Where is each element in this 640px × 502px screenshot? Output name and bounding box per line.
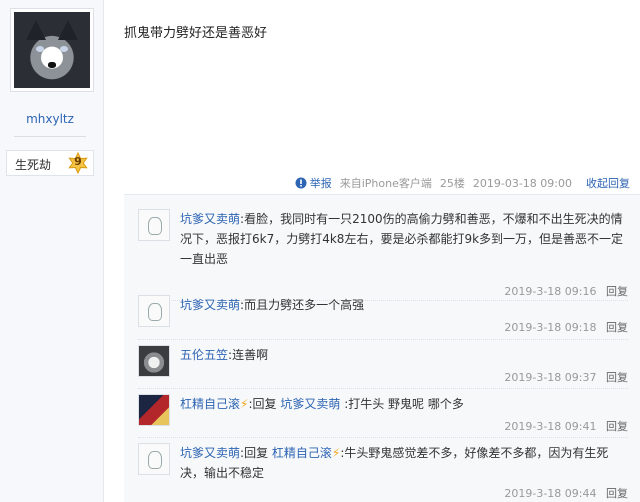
reply-meta: 2019-3-18 09:37 回复 (504, 369, 628, 385)
device-source[interactable]: 来自iPhone客户端 (340, 175, 432, 191)
lightning-icon: ⚡ (240, 397, 249, 411)
reply-meta: 2019-3-18 09:44 回复 (504, 485, 628, 501)
reply-text: :打牛头 野鬼呢 哪个多 (344, 397, 464, 411)
reply-meta: 2019-3-18 09:18 回复 (504, 319, 628, 335)
reply-time: 2019-3-18 09:44 (504, 487, 597, 500)
reply-content: 坑爹又卖萌:看脸，我同时有一只2100伤的高偷力劈和善恶，不爆和不出生死决的情况… (180, 212, 624, 266)
level-title: 生死劫 (15, 158, 52, 172)
reply-username[interactable]: 坑爹又卖萌 (180, 212, 240, 226)
avatar[interactable] (10, 8, 94, 92)
reply-username[interactable]: 坑爹又卖萌 (180, 446, 240, 460)
husky-avatar-image (14, 12, 90, 88)
divider (138, 437, 628, 438)
post-time: 2019-03-18 09:00 (472, 176, 572, 190)
reply-target-username[interactable]: 杠精自己滚 (272, 446, 332, 460)
reply-list: 坑爹又卖萌:看脸，我同时有一只2100伤的高偷力劈和善恶，不爆和不出生死决的情况… (124, 194, 640, 502)
collapse-replies-button[interactable]: 收起回复 (586, 175, 630, 191)
reply-avatar[interactable] (138, 209, 170, 241)
level-star-badge-icon: 9 (67, 151, 89, 175)
post-tail: 举报 来自iPhone客户端 25楼 2019-03-18 09:00 收起回复 (287, 175, 630, 191)
reply-text: 看脸，我同时有一只2100伤的高偷力劈和善恶，不爆和不出生死决的情况下，恶报打6… (180, 212, 624, 266)
divider (138, 339, 628, 340)
reply-target-username[interactable]: 坑爹又卖萌 (280, 397, 340, 411)
reply-word: 回复 (244, 446, 269, 460)
post-content: 抓鬼带力劈好还是善恶好 (124, 26, 268, 41)
divider (138, 388, 628, 389)
reply-username[interactable]: 坑爹又卖萌 (180, 298, 240, 312)
reply-content: 杠精自己滚⚡:回复 坑爹又卖萌 :打牛头 野鬼呢 哪个多 (180, 397, 464, 411)
reply-content: 五伦五笠:连善啊 (180, 348, 269, 362)
divider (14, 136, 86, 137)
reply-avatar[interactable] (138, 443, 170, 475)
floor-number: 25楼 (439, 177, 465, 190)
reply-avatar[interactable] (138, 295, 170, 327)
reply-time: 2019-3-18 09:37 (504, 371, 597, 384)
report-link[interactable]: 举报 (287, 175, 332, 191)
reply-button[interactable]: 回复 (606, 371, 628, 384)
reply-button[interactable]: 回复 (606, 321, 628, 334)
reply-time: 2019-3-18 09:41 (504, 420, 597, 433)
reply-content: 坑爹又卖萌:回复 杠精自己滚⚡:牛头野鬼感觉差不多，好像差不多都，因为有生死决，… (180, 446, 609, 480)
post-floor: mhxyltz 生死劫 9 抓鬼带力劈好还是善恶好 举报 来自iPhone客户端… (0, 0, 640, 502)
alert-icon (295, 177, 307, 189)
reply-username[interactable]: 杠精自己滚 (180, 397, 240, 411)
reply-meta: 2019-3-18 09:41 回复 (504, 418, 628, 434)
username-link[interactable]: mhxyltz (0, 112, 100, 126)
reply-text: 连善啊 (232, 348, 269, 362)
user-level[interactable]: 生死劫 9 (6, 150, 94, 176)
level-number: 9 (74, 155, 82, 168)
reply-time: 2019-3-18 09:18 (504, 321, 597, 334)
reply-text: 而且力劈还多一个高强 (244, 298, 365, 312)
reply-button[interactable]: 回复 (606, 487, 628, 500)
reply-username[interactable]: 五伦五笠 (180, 348, 228, 362)
reply-button[interactable]: 回复 (606, 420, 628, 433)
report-label: 举报 (309, 177, 332, 190)
reply-avatar[interactable] (138, 394, 170, 426)
reply-word: 回复 (252, 397, 277, 411)
reply-content: 坑爹又卖萌:而且力劈还多一个高强 (180, 298, 365, 312)
reply-avatar[interactable] (138, 345, 170, 377)
user-sidebar: mhxyltz 生死劫 9 (0, 0, 104, 502)
